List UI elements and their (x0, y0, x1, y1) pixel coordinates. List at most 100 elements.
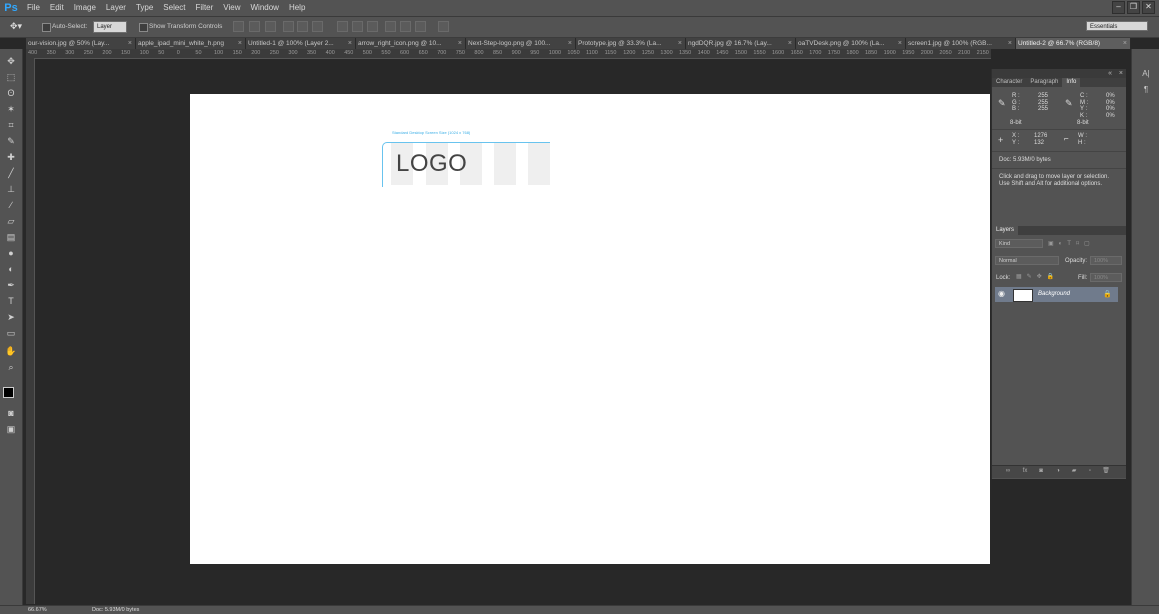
eye-icon[interactable]: ◉ (998, 289, 1005, 298)
tab-layers[interactable]: Layers (992, 226, 1019, 235)
blend-mode-dropdown[interactable]: Normal (995, 256, 1059, 265)
tab-document[interactable]: arrow_right_icon.png @ 10... × (356, 38, 466, 49)
collapse-icon[interactable]: « (1108, 69, 1112, 78)
hand-tool-icon[interactable]: ✋ (4, 345, 18, 358)
workspace-dropdown[interactable]: Essentials (1086, 21, 1148, 31)
close-icon[interactable]: × (1123, 38, 1127, 49)
menu-filter[interactable]: Filter (191, 0, 219, 16)
tab-document[interactable]: screen1.jpg @ 100% (RGB... × (906, 38, 1016, 49)
menu-edit[interactable]: Edit (45, 0, 69, 16)
gradient-tool-icon[interactable]: ▤ (4, 231, 18, 244)
restore-button[interactable]: ❐ (1127, 1, 1140, 14)
link-layers-icon[interactable]: ∞ (1004, 468, 1012, 475)
close-icon[interactable]: × (128, 38, 132, 49)
type-tool-icon[interactable]: T (4, 295, 18, 308)
menu-window[interactable]: Window (246, 0, 284, 16)
distribute-left-icon[interactable] (385, 21, 396, 32)
move-tool-icon[interactable]: ✥ (4, 55, 18, 68)
tab-paragraph[interactable]: Paragraph (1026, 78, 1062, 87)
tab-character[interactable]: Character (992, 78, 1026, 87)
new-group-icon[interactable]: ▰ (1070, 468, 1078, 475)
fx-icon[interactable]: fx (1021, 468, 1029, 475)
filter-icons[interactable]: ▣◐T⌑▢ (1048, 240, 1095, 247)
add-mask-icon[interactable]: ◙ (1037, 468, 1045, 475)
zoom-tool-icon[interactable]: ⌕ (4, 361, 18, 374)
close-icon[interactable]: × (1008, 38, 1012, 49)
tab-document[interactable]: Untitled-1 @ 100% (Layer 2... × (246, 38, 356, 49)
eyedropper-icon[interactable]: ✎ (4, 135, 18, 148)
distribute-right-icon[interactable] (415, 21, 426, 32)
shape-tool-icon[interactable]: ▭ (4, 327, 18, 340)
clone-stamp-icon[interactable]: ⊥ (4, 183, 18, 196)
close-icon[interactable]: × (898, 38, 902, 49)
new-layer-icon[interactable]: ▫ (1086, 468, 1094, 475)
path-selection-icon[interactable]: ➤ (4, 311, 18, 324)
distribute-vcenter-icon[interactable] (352, 21, 363, 32)
delete-layer-icon[interactable]: 🗑 (1102, 468, 1110, 475)
eraser-tool-icon[interactable]: ▱ (4, 215, 18, 228)
close-window-button[interactable]: ✕ (1142, 1, 1155, 14)
logo-text[interactable]: LOGO (396, 150, 467, 178)
auto-align-icon[interactable] (438, 21, 449, 32)
move-tool-preset-icon[interactable]: ✥▾ (10, 21, 22, 32)
tab-document[interactable]: Prototype.jpg @ 33.3% (La... × (576, 38, 686, 49)
pen-tool-icon[interactable]: ✒ (4, 279, 18, 292)
layer-filter-dropdown[interactable]: Kind (995, 239, 1043, 248)
fill-input[interactable]: 100% (1090, 273, 1122, 282)
menu-help[interactable]: Help (284, 0, 310, 16)
menu-select[interactable]: Select (158, 0, 190, 16)
align-vcenter-icon[interactable] (249, 21, 260, 32)
tab-document[interactable]: oaTVDesk.png @ 100% (La... × (796, 38, 906, 49)
lock-icons[interactable]: ▦✎✥🔒 (1016, 273, 1059, 280)
adjustment-layer-icon[interactable]: ◑ (1054, 468, 1062, 475)
auto-select-checkbox[interactable] (42, 23, 51, 32)
tab-document-active[interactable]: Untitled-2 @ 66.7% (RGB/8) × (1016, 38, 1131, 49)
layer-row[interactable]: ◉ Background 🔒 (995, 287, 1118, 302)
quick-mask-icon[interactable]: ◙ (4, 407, 18, 420)
document-canvas[interactable]: Standard Desktop Screen Size (1024 x 768… (190, 94, 990, 564)
close-icon[interactable]: × (678, 38, 682, 49)
distribute-bottom-icon[interactable] (367, 21, 378, 32)
transform-controls-checkbox[interactable] (139, 23, 148, 32)
magic-wand-icon[interactable]: ✶ (4, 103, 18, 116)
tab-document[interactable]: Next-Step-logo.png @ 100... × (466, 38, 576, 49)
tab-document[interactable]: our-vision.jpg @ 50% (Lay... × (26, 38, 136, 49)
menu-view[interactable]: View (218, 0, 245, 16)
menu-layer[interactable]: Layer (101, 0, 131, 16)
tab-document[interactable]: apple_ipad_mini_white_h.png × (136, 38, 246, 49)
align-bottom-icon[interactable] (265, 21, 276, 32)
close-icon[interactable]: × (568, 38, 572, 49)
distribute-top-icon[interactable] (337, 21, 348, 32)
align-right-icon[interactable] (312, 21, 323, 32)
tab-info[interactable]: Info (1062, 78, 1081, 87)
crop-tool-icon[interactable]: ⌗ (4, 119, 18, 132)
align-top-icon[interactable] (233, 21, 244, 32)
menu-type[interactable]: Type (131, 0, 158, 16)
close-icon[interactable]: × (1119, 69, 1123, 78)
brush-tool-icon[interactable]: ╱ (4, 167, 18, 180)
lasso-tool-icon[interactable]: ʘ (4, 87, 18, 100)
character-panel-icon[interactable]: A| (1140, 69, 1152, 79)
menu-file[interactable]: File (22, 0, 45, 16)
blur-tool-icon[interactable]: ● (4, 247, 18, 260)
dodge-tool-icon[interactable]: ◐ (4, 263, 18, 276)
screen-mode-icon[interactable]: ▣ (4, 423, 18, 436)
paragraph-panel-icon[interactable]: ¶ (1140, 85, 1152, 95)
align-hcenter-icon[interactable] (297, 21, 308, 32)
opacity-input[interactable]: 100% (1090, 256, 1122, 265)
close-icon[interactable]: × (238, 38, 242, 49)
layer-name[interactable]: Background (1038, 291, 1070, 297)
align-left-icon[interactable] (283, 21, 294, 32)
history-brush-icon[interactable]: ∕ (4, 199, 18, 212)
menu-image[interactable]: Image (69, 0, 101, 16)
healing-brush-icon[interactable]: ✚ (4, 151, 18, 164)
close-icon[interactable]: × (348, 38, 352, 49)
marquee-tool-icon[interactable]: ⬚ (4, 71, 18, 84)
close-icon[interactable]: × (788, 38, 792, 49)
foreground-color-swatch[interactable] (3, 387, 14, 398)
close-icon[interactable]: × (458, 38, 462, 49)
minimize-button[interactable]: – (1112, 1, 1125, 14)
tab-document[interactable]: ngdDQR.jpg @ 16.7% (Lay... × (686, 38, 796, 49)
distribute-hcenter-icon[interactable] (400, 21, 411, 32)
auto-select-dropdown[interactable]: Layer (93, 21, 127, 33)
